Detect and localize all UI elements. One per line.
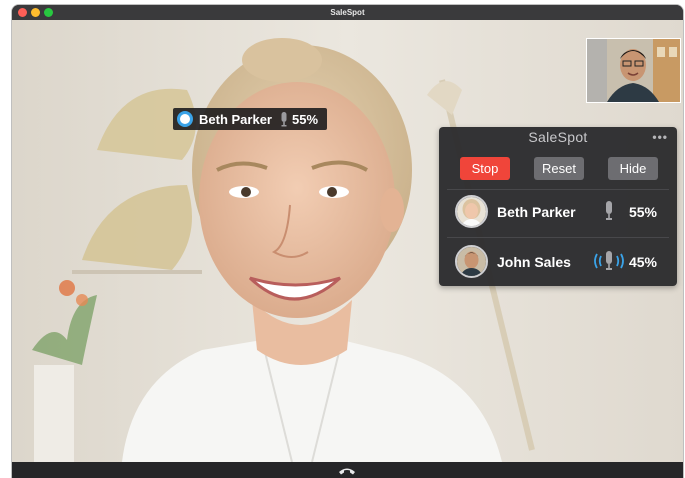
self-view-thumbnail[interactable] [586,38,681,103]
main-video-feed: Beth Parker 55% SaleSpot ••• Stop Reset … [12,20,683,462]
window-title: SaleSpot [330,8,365,17]
stop-button[interactable]: Stop [460,157,510,180]
participant-row: John Sales 45% [439,241,677,283]
participant-percent: 45% [628,254,657,270]
microphone-icon [606,201,612,220]
participant-name: John Sales [497,254,571,270]
divider [447,189,669,190]
participant-name: Beth Parker [497,204,576,220]
avatar [455,195,488,228]
microphone-icon [281,111,287,126]
participant-row: Beth Parker 55% [439,191,677,233]
self-view-image [587,39,680,102]
hide-button[interactable]: Hide [608,157,658,180]
speaker-percent: 55% [291,111,319,127]
title-bar: SaleSpot [12,5,683,21]
active-speaker-tag: Beth Parker 55% [173,108,327,130]
divider [447,237,669,238]
app-window: SaleSpot Beth Parker 55% SaleSpot ••• St… [12,5,683,478]
speaker-indicator-icon [177,111,193,127]
avatar [455,245,488,278]
panel-title: SaleSpot [528,129,588,145]
salespot-panel: SaleSpot ••• Stop Reset Hide Beth Parker [439,127,677,286]
microphone-speaking-icon [594,251,624,270]
more-menu-icon[interactable]: ••• [652,130,668,144]
reset-button[interactable]: Reset [534,157,584,180]
participant-percent: 55% [628,204,657,220]
call-controls-bar [12,462,683,478]
speaker-name: Beth Parker [199,111,272,127]
phone-hangup-icon[interactable] [337,464,357,476]
